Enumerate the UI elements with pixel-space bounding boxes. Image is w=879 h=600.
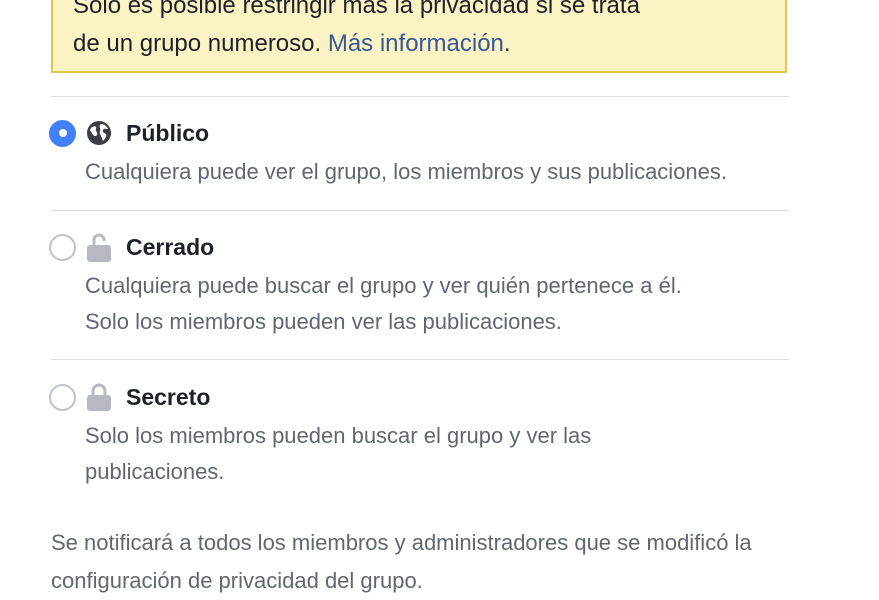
privacy-change-notice: Se notificará a todos los miembros y adm… [51,524,851,600]
unlocked-padlock-icon [85,232,113,262]
notice-line-2: de un grupo numeroso. Más información. [73,25,765,63]
radio-closed[interactable] [49,233,76,261]
option-description: Solo los miembros pueden buscar el grupo… [85,418,829,490]
privacy-option-secret[interactable]: Secreto Solo los miembros pueden buscar … [49,382,829,490]
option-description: Cualquiera puede ver el grupo, los miemb… [85,154,829,190]
option-title: Público [126,119,210,146]
option-title: Cerrado [126,233,215,260]
option-description-line: Solo los miembros pueden buscar el grupo… [85,423,592,448]
option-description-line: Cualquiera puede ver el grupo, los miemb… [85,159,728,184]
footer-line-1: Se notificará a todos los miembros y adm… [51,530,752,555]
option-description-line: publicaciones. [85,459,225,484]
privacy-option-public[interactable]: Público Cualquiera puede ver el grupo, l… [49,118,829,190]
option-description-line: Solo los miembros pueden ver las publica… [85,309,562,334]
notice-line-2-end: . [503,30,511,57]
padlock-icon [85,382,113,412]
option-description: Cualquiera puede buscar el grupo y ver q… [85,268,829,340]
option-description-line: Cualquiera puede buscar el grupo y ver q… [85,273,682,298]
privacy-option-closed[interactable]: Cerrado Cualquiera puede buscar el grupo… [49,232,829,340]
option-title: Secreto [126,383,211,410]
privacy-notice: Solo es posible restringir más la privac… [51,0,787,73]
divider [51,210,789,211]
radio-secret[interactable] [49,383,76,411]
notice-line-2-text: de un grupo numeroso. [73,30,328,57]
divider [51,96,789,97]
radio-public[interactable] [49,119,76,147]
footer-line-2: configuración de privacidad del grupo. [51,568,423,593]
divider [51,359,789,360]
notice-line-1: Solo es posible restringir más la privac… [73,0,640,19]
more-info-link[interactable]: Más información [328,30,504,57]
globe-icon [85,118,113,148]
